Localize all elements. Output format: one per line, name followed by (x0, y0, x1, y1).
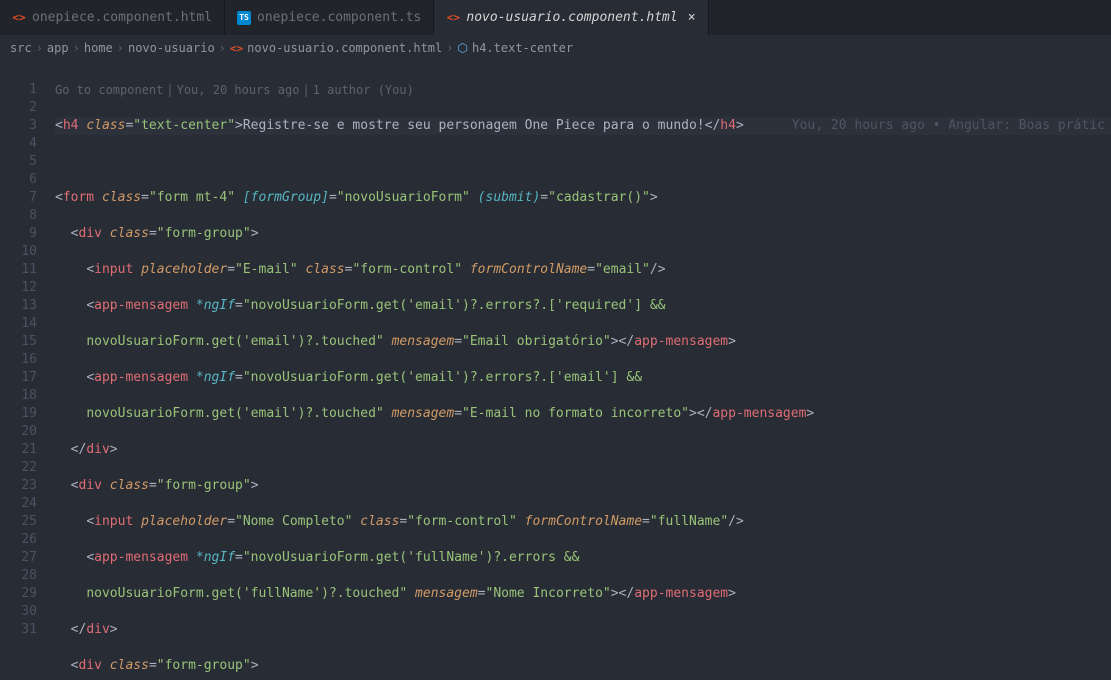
tab-label: onepiece.component.ts (257, 10, 421, 25)
code-line[interactable]: novoUsuarioForm.get('email')?.touched" m… (55, 333, 1111, 351)
tab-onepiece-ts[interactable]: TS onepiece.component.ts (225, 0, 434, 35)
code-line[interactable]: <input placeholder="Nome Completo" class… (55, 513, 1111, 531)
crumb-symbol[interactable]: h4.text-center (472, 41, 573, 55)
chevron-right-icon: › (117, 41, 124, 55)
code-line[interactable]: <app-mensagem *ngIf="novoUsuarioForm.get… (55, 549, 1111, 567)
html-file-icon: <> (230, 42, 243, 55)
git-blame-annotation: You, 20 hours ago • Angular: Boas prátic (792, 118, 1105, 133)
tab-onepiece-html[interactable]: <> onepiece.component.html (0, 0, 225, 35)
code-line[interactable]: <div class="form-group"> (55, 657, 1111, 675)
tab-label: novo-usuario.component.html (466, 10, 677, 25)
code-line[interactable] (55, 153, 1111, 171)
html-file-icon: <> (446, 11, 460, 25)
chevron-right-icon: › (446, 41, 453, 55)
close-tab-icon[interactable]: × (688, 10, 696, 25)
chevron-right-icon: › (36, 41, 43, 55)
code-line[interactable]: <app-mensagem *ngIf="novoUsuarioForm.get… (55, 369, 1111, 387)
tab-bar: <> onepiece.component.html TS onepiece.c… (0, 0, 1111, 35)
crumb-app[interactable]: app (47, 41, 69, 55)
symbol-icon: ⬡ (457, 41, 467, 55)
code-line[interactable]: <app-mensagem *ngIf="novoUsuarioForm.get… (55, 297, 1111, 315)
code-lens[interactable]: Go to component|You, 20 hours ago|1 auth… (55, 81, 1111, 99)
code-line[interactable]: <div class="form-group"> (55, 477, 1111, 495)
code-line[interactable]: </div> (55, 621, 1111, 639)
tab-novo-usuario-html[interactable]: <> novo-usuario.component.html × (434, 0, 708, 35)
ts-file-icon: TS (237, 11, 251, 25)
chevron-right-icon: › (73, 41, 80, 55)
line-number-gutter: 12345 678910 1112131415 1617181920 21222… (0, 61, 55, 680)
code-line[interactable]: </div> (55, 441, 1111, 459)
chevron-right-icon: › (219, 41, 226, 55)
crumb-file[interactable]: novo-usuario.component.html (247, 41, 442, 55)
code-line[interactable]: <h4 class="text-center">Registre-se e mo… (55, 117, 1111, 135)
crumb-home[interactable]: home (84, 41, 113, 55)
code-line[interactable]: novoUsuarioForm.get('email')?.touched" m… (55, 405, 1111, 423)
code-content[interactable]: Go to component|You, 20 hours ago|1 auth… (55, 61, 1111, 680)
code-line[interactable]: <div class="form-group"> (55, 225, 1111, 243)
html-file-icon: <> (12, 11, 26, 25)
code-editor[interactable]: 12345 678910 1112131415 1617181920 21222… (0, 61, 1111, 680)
tab-label: onepiece.component.html (32, 10, 212, 25)
code-line[interactable]: <input placeholder="E-mail" class="form-… (55, 261, 1111, 279)
breadcrumb: src › app › home › novo-usuario › <> novo-us… (0, 35, 1111, 61)
crumb-src[interactable]: src (10, 41, 32, 55)
code-line[interactable]: novoUsuarioForm.get('fullName')?.touched… (55, 585, 1111, 603)
code-line[interactable]: <form class="form mt-4" [formGroup]="nov… (55, 189, 1111, 207)
crumb-novo-usuario[interactable]: novo-usuario (128, 41, 215, 55)
